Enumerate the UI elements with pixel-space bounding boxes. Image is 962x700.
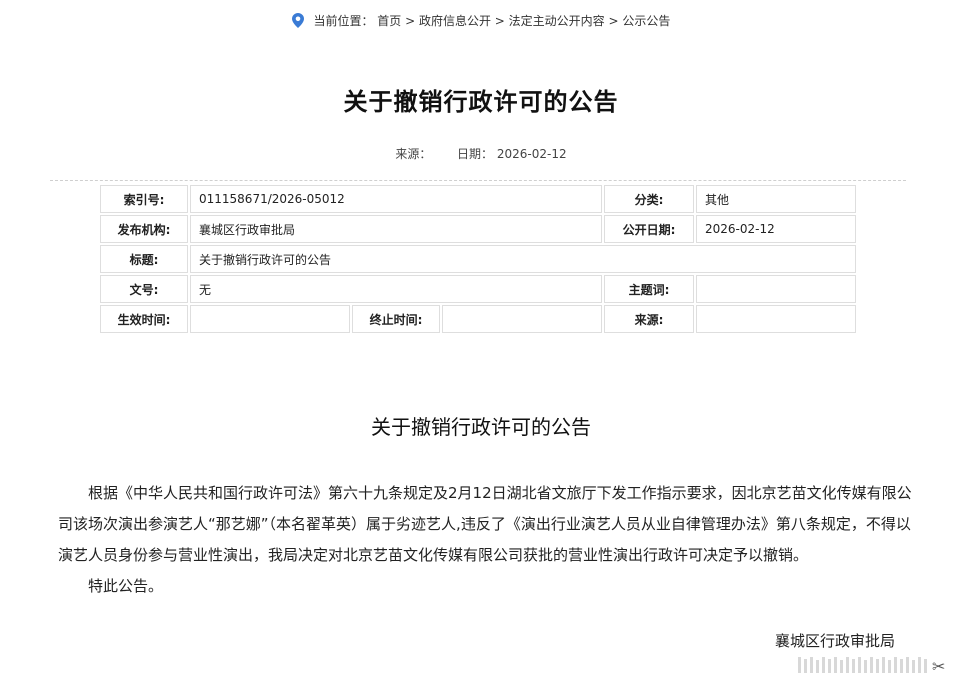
svg-text:✂: ✂ xyxy=(932,657,945,676)
table-row: 标题: 关于撤销行政许可的公告 xyxy=(100,245,857,273)
article-paragraph: 根据《中华人民共和国行政许可法》第六十九条规定及2月12日湖北省文旅厅下发工作指… xyxy=(58,484,912,564)
publisher-value: 襄城区行政审批局 xyxy=(190,215,603,243)
table-row: 文号: 无 主题词: xyxy=(100,275,857,303)
end-time-label: 终止时间: xyxy=(352,305,440,333)
effective-time-value xyxy=(190,305,350,333)
breadcrumb-prefix: 当前位置： xyxy=(313,14,374,28)
doc-no-value: 无 xyxy=(190,275,603,303)
info-table: 索引号: 011158671/2026-05012 分类: 其他 发布机构: 襄… xyxy=(98,183,858,335)
subject-label: 标题: xyxy=(100,245,188,273)
breadcrumb-path[interactable]: 首页 > 政府信息公开 > 法定主动公开内容 > 公示公告 xyxy=(377,14,670,28)
publisher-label: 发布机构: xyxy=(100,215,188,243)
article-paragraph: 特此公告。 xyxy=(88,577,164,595)
publish-date-label: 公开日期: xyxy=(604,215,695,243)
effective-time-label: 生效时间: xyxy=(100,305,188,333)
meta-date-value: 2026-02-12 xyxy=(496,147,567,161)
article-body: 根据《中华人民共和国行政许可法》第六十九条规定及2月12日湖北省文旅厅下发工作指… xyxy=(58,478,918,602)
table-row: 生效时间: 终止时间: 来源: xyxy=(100,305,857,333)
signature: 襄城区行政审批局 xyxy=(775,632,896,650)
dashed-divider xyxy=(50,180,906,181)
table-row: 索引号: 011158671/2026-05012 分类: 其他 xyxy=(100,185,857,213)
index-no-label: 索引号: xyxy=(100,185,188,213)
subject-value: 关于撤销行政许可的公告 xyxy=(190,245,857,273)
meta-line: 来源： 日期： 2026-02-12 xyxy=(0,145,962,162)
article-heading: 关于撤销行政许可的公告 xyxy=(371,415,591,439)
keyword-value xyxy=(696,275,857,303)
end-time-value xyxy=(442,305,603,333)
index-no-value: 011158671/2026-05012 xyxy=(190,185,603,213)
location-pin-icon xyxy=(291,13,304,28)
category-value: 其他 xyxy=(696,185,857,213)
table-row: 发布机构: 襄城区行政审批局 公开日期: 2026-02-12 xyxy=(100,215,857,243)
watermark-icon: ✂ xyxy=(798,657,945,676)
category-label: 分类: xyxy=(604,185,695,213)
meta-source-label: 来源： xyxy=(395,147,432,161)
keyword-label: 主题词: xyxy=(604,275,695,303)
source-value xyxy=(696,305,857,333)
source-label: 来源: xyxy=(604,305,695,333)
doc-no-label: 文号: xyxy=(100,275,188,303)
breadcrumb: 当前位置： 首页 > 政府信息公开 > 法定主动公开内容 > 公示公告 xyxy=(0,12,962,29)
publish-date-value: 2026-02-12 xyxy=(696,215,857,243)
meta-date-label: 日期： xyxy=(457,147,494,161)
page-title: 关于撤销行政许可的公告 xyxy=(343,88,619,116)
